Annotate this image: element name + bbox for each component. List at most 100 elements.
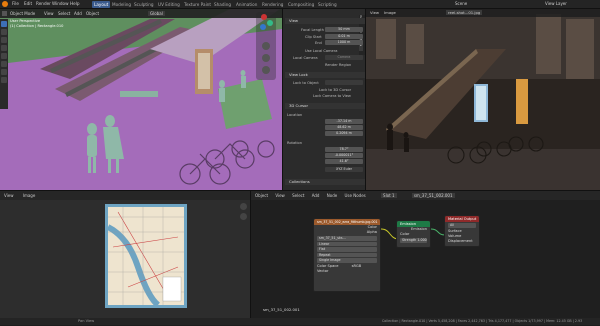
section-collections[interactable]: Collections [285, 179, 365, 185]
menu-add[interactable]: Add [74, 11, 82, 16]
collections-title: Collections [289, 179, 310, 184]
tab-sculpting[interactable]: Sculpting [132, 1, 156, 8]
status-stats: Collection | Rectangle.010 | Verts 5,458… [382, 319, 583, 323]
status-bar: Pan View Collection | Rectangle.010 | Ve… [0, 318, 600, 325]
section-view-title: View [289, 18, 299, 23]
mode-selector[interactable]: Object Mode [10, 11, 35, 16]
viewport-3d[interactable] [0, 9, 282, 190]
material-output-node[interactable]: Material Output All Surface Volume Displ… [444, 215, 480, 247]
menu-image-image-editor[interactable]: Image [23, 193, 36, 198]
transform-tool-icon[interactable] [1, 61, 7, 67]
tab-modeling[interactable]: Modeling [110, 1, 133, 8]
menu-image-render[interactable]: Image [384, 10, 396, 15]
menu-view-image-editor[interactable]: View [4, 193, 14, 198]
rotate-tool-icon[interactable] [1, 45, 7, 51]
emission-node[interactable]: Emission Emission Color Strength 1.000 [396, 220, 431, 248]
image-texture-node[interactable]: sm_37_51_002_ezra_fitthumb.jpg.001 Color… [313, 218, 381, 292]
menu-view[interactable]: View [44, 11, 54, 16]
menu-help[interactable]: Help [70, 1, 80, 6]
tab-rendering[interactable]: Rendering [260, 1, 285, 8]
tab-scripting[interactable]: Scripting [316, 1, 339, 8]
cursor-location-x[interactable]: -37.14 m [325, 119, 363, 124]
clip-start-field[interactable]: 0.01 m [325, 34, 363, 39]
view-lock-title: View Lock [289, 72, 308, 77]
image-datablock-field[interactable]: sm_37_51_sks... [317, 236, 377, 241]
blender-logo-icon[interactable] [2, 1, 8, 7]
local-camera-label: Local Camera [293, 56, 318, 60]
render-view-header: View Image reel-shot...01.jpg [366, 9, 600, 17]
tab-texture-paint[interactable]: Texture Paint [182, 1, 213, 8]
menu-render[interactable]: Render [36, 1, 51, 6]
section-view[interactable]: View [285, 18, 365, 24]
tab-uv-editing[interactable]: UV Editing [156, 1, 182, 8]
emission-strength-field[interactable]: Strength 1.000 [400, 238, 427, 243]
tab-animation[interactable]: Animation [234, 1, 259, 8]
render-region-checkbox[interactable]: Render Region [325, 63, 351, 67]
render-image-selector[interactable]: reel-shot...01.jpg [446, 10, 483, 15]
tab-layout[interactable]: Layout [92, 1, 111, 8]
status-hint: Pan View [78, 319, 95, 323]
sidebar-panel: Item Tool View View Focal Length 50 mm C… [282, 9, 366, 190]
scale-tool-icon[interactable] [1, 53, 7, 59]
z-axis-icon[interactable] [260, 24, 266, 30]
y-axis-icon[interactable] [267, 20, 273, 26]
projection-select[interactable]: Flat [317, 247, 377, 252]
cursor-title: 3D Cursor [289, 103, 309, 108]
menu-window[interactable]: Window [52, 1, 69, 6]
view-layer-selector[interactable]: View Layer [545, 1, 567, 6]
cursor-rotation-x[interactable]: 78.7° [325, 147, 363, 152]
move-tool-icon[interactable] [1, 37, 7, 43]
cursor-rotation-z[interactable]: 41.6° [325, 159, 363, 164]
editor-type-icon[interactable] [2, 11, 7, 16]
section-view-lock[interactable]: View Lock [285, 72, 365, 78]
lock-to-object-field[interactable] [325, 80, 363, 85]
pan-icon[interactable] [262, 54, 270, 62]
map-image [105, 204, 187, 308]
shader-node-editor[interactable]: Object View Select Add Node Use Nodes Sl… [250, 190, 600, 325]
menu-file[interactable]: File [12, 1, 19, 6]
tab-shading[interactable]: Shading [212, 1, 233, 8]
interpolation-select[interactable]: Linear [317, 241, 377, 246]
menu-object[interactable]: Object [86, 11, 99, 16]
camera-view-icon[interactable] [262, 66, 270, 74]
lock-camera-to-view-checkbox[interactable]: Lock Camera to View [313, 94, 351, 98]
section-3d-cursor[interactable]: 3D Cursor [285, 103, 365, 109]
displacement-input-socket[interactable]: Displacement [445, 239, 479, 244]
orientation-selector[interactable]: Global [148, 11, 165, 16]
cursor-rotation-y[interactable]: -0.000011° [325, 153, 363, 158]
zoom-icon[interactable] [262, 42, 270, 50]
extension-select[interactable]: Repeat [317, 252, 377, 257]
focal-length-field[interactable]: 50 mm [325, 27, 363, 32]
zoom-icon[interactable] [240, 203, 247, 210]
measure-tool-icon[interactable] [1, 77, 7, 83]
clip-end-field[interactable]: 1000 m [325, 40, 363, 45]
image-editor[interactable]: View Image [0, 190, 250, 325]
output-target-select[interactable]: All [448, 223, 476, 228]
cursor-tool-icon[interactable] [1, 29, 7, 35]
annotate-tool-icon[interactable] [1, 69, 7, 75]
map-graphic [106, 207, 184, 308]
menu-edit[interactable]: Edit [24, 1, 32, 6]
scene-selector[interactable]: Scene [455, 1, 467, 6]
menu-view-render[interactable]: View [370, 10, 379, 15]
emission-color-socket[interactable]: Color [397, 232, 430, 237]
render-view[interactable] [366, 9, 600, 190]
strength-value: 1.000 [417, 238, 427, 242]
lock-to-3d-cursor-checkbox[interactable]: Lock to 3D Cursor [319, 88, 351, 92]
x-axis-icon[interactable] [261, 14, 267, 20]
source-select[interactable]: Single Image [317, 258, 377, 263]
menu-select[interactable]: Select [58, 11, 70, 16]
cursor-location-z[interactable]: 0.2094 m [325, 131, 363, 136]
image-editor-header: View Image [0, 191, 250, 200]
local-camera-field[interactable]: Camera [325, 55, 363, 60]
use-local-camera-checkbox[interactable]: Use Local Camera [305, 49, 337, 53]
node-links [380, 228, 446, 240]
cursor-location-y[interactable]: 48.62 m [325, 125, 363, 130]
vector-input-socket[interactable]: Vector [314, 269, 380, 274]
select-tool-icon[interactable] [1, 21, 7, 27]
tab-compositing[interactable]: Compositing [286, 1, 316, 8]
tool-shelf [0, 19, 8, 109]
rotation-mode-select[interactable]: XYZ Euler [325, 167, 363, 172]
alpha-output-socket[interactable]: Alpha [314, 230, 380, 235]
pan-icon[interactable] [240, 213, 247, 220]
